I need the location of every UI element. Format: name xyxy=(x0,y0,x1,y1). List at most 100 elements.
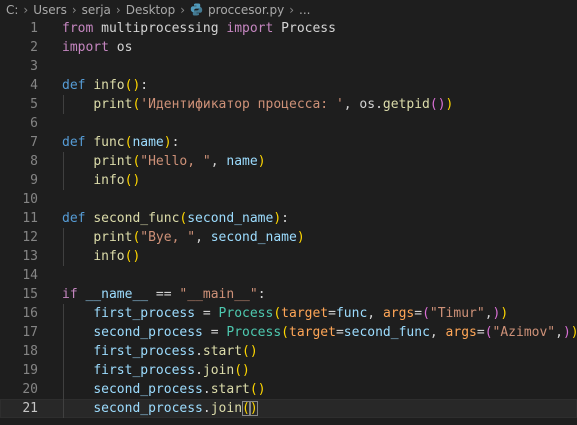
code-token: ) xyxy=(132,173,141,188)
indent-guide xyxy=(63,95,64,114)
code-line[interactable]: 6 xyxy=(0,114,577,133)
python-file-icon xyxy=(190,3,203,16)
code-token: , xyxy=(367,306,383,321)
code-token: : xyxy=(257,287,266,302)
code-line[interactable]: 9 info() xyxy=(0,171,577,190)
line-number: 19 xyxy=(22,363,38,378)
code-token: target xyxy=(281,306,329,321)
code-token: ( xyxy=(242,344,250,359)
code-token: second_process xyxy=(93,401,203,416)
code-token: ( xyxy=(281,325,289,340)
code-token: name xyxy=(226,154,258,169)
code-line[interactable]: 18 first_process.start() xyxy=(0,342,577,361)
code-text: import os xyxy=(62,38,132,57)
code-token: multiprocessing xyxy=(93,21,227,36)
line-number: 10 xyxy=(22,192,38,207)
code-line[interactable]: 8 print("Hello, ", name) xyxy=(0,152,577,171)
code-token: target xyxy=(289,325,336,340)
code-line[interactable]: 1 from multiprocessing import Process xyxy=(0,19,577,38)
code-line[interactable]: 12 print("Bye, ", second_name) xyxy=(0,228,577,247)
line-number: 8 xyxy=(30,154,38,169)
code-token: args xyxy=(445,325,477,340)
code-token: , xyxy=(210,154,227,169)
code-line[interactable]: 19 first_process.join() xyxy=(0,361,577,380)
code-line[interactable]: 15 if __name__ == "__main__": xyxy=(0,285,577,304)
code-line[interactable]: 10 xyxy=(0,190,577,209)
code-token: func xyxy=(335,306,368,321)
code-line[interactable]: 11 def second_func(second_name): xyxy=(0,209,577,228)
code-line[interactable]: 20 second_process.start() xyxy=(0,380,577,399)
line-number: 3 xyxy=(30,59,38,74)
chevron-right-icon: › xyxy=(71,2,77,17)
code-token: first_process xyxy=(93,363,196,378)
code-line[interactable]: 13 info() xyxy=(0,247,577,266)
code-token: . xyxy=(202,382,211,397)
code-token: ) xyxy=(249,344,258,359)
code-text: print("Bye, ", second_name) xyxy=(62,228,304,247)
code-token: = xyxy=(335,325,344,340)
code-line[interactable]: 7 def func(name): xyxy=(0,133,577,152)
code-token: os xyxy=(108,40,133,55)
code-line[interactable]: 3 xyxy=(0,57,577,76)
code-line[interactable]: 5 print ('Идентификатор процесса: ', os.g… xyxy=(0,95,577,114)
line-number: 7 xyxy=(30,135,38,150)
code-line[interactable]: 16 first_process = Process(target=func, … xyxy=(0,304,577,323)
code-token: 'Идентификатор процесса: ' xyxy=(140,97,344,112)
code-token: : xyxy=(171,135,180,150)
line-number: 16 xyxy=(22,306,38,321)
code-text: from multiprocessing import Process xyxy=(62,19,336,38)
code-token: . xyxy=(202,401,211,416)
code-token: import xyxy=(226,21,274,36)
code-token: second_process xyxy=(93,382,203,397)
code-line[interactable]: 14 xyxy=(0,266,577,285)
code-token: = xyxy=(328,306,336,321)
breadcrumb-item-user[interactable]: serja xyxy=(82,3,111,17)
code-line[interactable]: 2 import os xyxy=(0,38,577,57)
code-token: ) xyxy=(257,154,266,169)
breadcrumb-file[interactable]: proccesor.py xyxy=(208,3,284,17)
code-text: def func(name): xyxy=(62,133,179,152)
code-token: join xyxy=(210,401,243,416)
code-token: def xyxy=(62,78,86,93)
code-line[interactable]: 17 second_process = Process(target=secon… xyxy=(0,323,577,342)
code-token: "Bye, " xyxy=(140,230,196,245)
code-token: ) xyxy=(242,363,250,378)
code-token: , xyxy=(555,325,563,340)
code-token: = xyxy=(414,306,423,321)
code-token: def xyxy=(62,211,86,226)
breadcrumb-item-users[interactable]: Users xyxy=(33,3,67,17)
code-token: print xyxy=(93,97,133,112)
code-token: = xyxy=(202,325,227,340)
line-number: 18 xyxy=(22,344,38,359)
code-token: , os. xyxy=(343,97,383,112)
code-token: first_process xyxy=(93,344,196,359)
code-token: first_process xyxy=(93,306,196,321)
code-text: def second_func(second_name): xyxy=(62,209,289,228)
code-token: args xyxy=(382,306,415,321)
code-token: ) xyxy=(273,211,282,226)
code-line[interactable]: 21 second_process.join() xyxy=(0,399,577,418)
code-token: join xyxy=(202,363,235,378)
code-token: = xyxy=(476,325,485,340)
breadcrumb-item-drive[interactable]: C: xyxy=(6,3,18,17)
code-token: ( xyxy=(249,382,258,397)
code-editor[interactable]: 1 from multiprocessing import Process 2 imp… xyxy=(0,19,577,418)
code-token: Process xyxy=(218,306,274,321)
code-token: second_process xyxy=(93,325,203,340)
code-token: Process xyxy=(273,21,336,36)
code-token: ) xyxy=(132,249,141,264)
breadcrumb-symbols[interactable]: ... xyxy=(299,3,310,17)
breadcrumb-item-desktop[interactable]: Desktop xyxy=(126,3,176,17)
line-number: 20 xyxy=(22,382,38,397)
code-token: : xyxy=(140,78,149,93)
indent-guide xyxy=(63,304,64,418)
code-token: . xyxy=(195,363,203,378)
code-line[interactable]: 4 def info(): xyxy=(0,76,577,95)
line-number: 15 xyxy=(22,287,38,302)
line-number: 11 xyxy=(22,211,38,226)
